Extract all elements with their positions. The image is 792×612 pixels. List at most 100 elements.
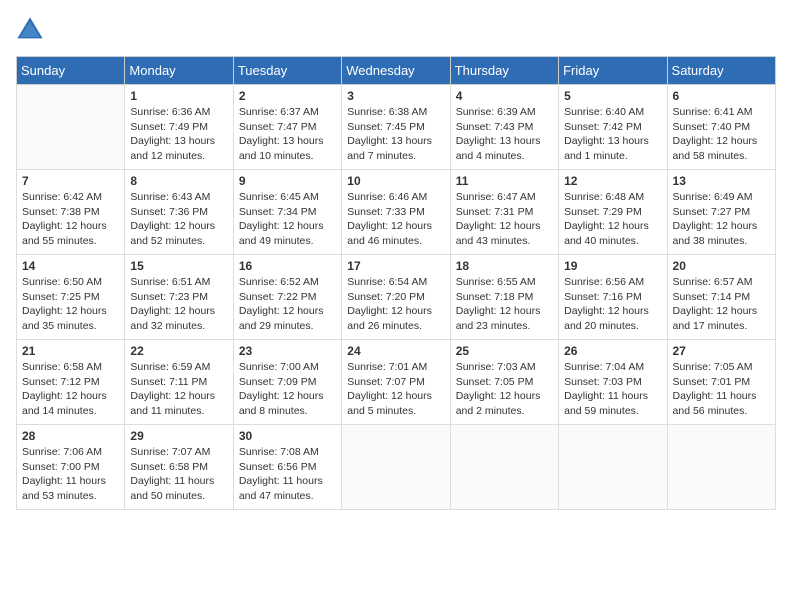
day-number: 27	[673, 344, 770, 358]
calendar-week-1: 1 Sunrise: 6:36 AMSunset: 7:49 PMDaylight…	[17, 85, 776, 170]
calendar-week-3: 14 Sunrise: 6:50 AMSunset: 7:25 PMDayligh…	[17, 255, 776, 340]
calendar-body: 1 Sunrise: 6:36 AMSunset: 7:49 PMDaylight…	[17, 85, 776, 510]
day-number: 19	[564, 259, 661, 273]
day-number: 8	[130, 174, 227, 188]
calendar-cell: 6 Sunrise: 6:41 AMSunset: 7:40 PMDaylight…	[667, 85, 775, 170]
calendar-cell: 19Sunrise: 6:56 AMSunset: 7:16 PMDayligh…	[559, 255, 667, 340]
calendar-cell: 7Sunrise: 6:42 AMSunset: 7:38 PMDaylight…	[17, 170, 125, 255]
day-number: 29	[130, 429, 227, 443]
day-number: 24	[347, 344, 444, 358]
calendar-cell	[17, 85, 125, 170]
calendar-cell	[559, 425, 667, 510]
day-content: Sunrise: 6:37 AMSunset: 7:47 PMDaylight:…	[239, 105, 336, 164]
calendar-cell: 17Sunrise: 6:54 AMSunset: 7:20 PMDayligh…	[342, 255, 450, 340]
day-number: 30	[239, 429, 336, 443]
header-thursday: Thursday	[450, 57, 558, 85]
day-number: 13	[673, 174, 770, 188]
day-number: 4	[456, 89, 553, 103]
day-number: 11	[456, 174, 553, 188]
calendar-cell	[667, 425, 775, 510]
calendar-cell: 5 Sunrise: 6:40 AMSunset: 7:42 PMDaylight…	[559, 85, 667, 170]
calendar-cell: 12 Sunrise: 6:48 AMSunset: 7:29 PMDayligh…	[559, 170, 667, 255]
calendar-table: SundayMondayTuesdayWednesdayThursdayFrid…	[16, 56, 776, 510]
calendar-cell	[450, 425, 558, 510]
day-content: Sunrise: 6:42 AMSunset: 7:38 PMDaylight:…	[22, 190, 119, 249]
calendar-cell: 29 Sunrise: 7:07 AMSunset: 6:58 PMDayligh…	[125, 425, 233, 510]
calendar-cell: 1 Sunrise: 6:36 AMSunset: 7:49 PMDaylight…	[125, 85, 233, 170]
calendar-cell	[342, 425, 450, 510]
day-content: Sunrise: 6:40 AMSunset: 7:42 PMDaylight:…	[564, 105, 661, 164]
calendar-cell: 14 Sunrise: 6:50 AMSunset: 7:25 PMDayligh…	[17, 255, 125, 340]
day-content: Sunrise: 7:07 AMSunset: 6:58 PMDaylight:…	[130, 445, 227, 504]
day-content: Sunrise: 6:39 AMSunset: 7:43 PMDaylight:…	[456, 105, 553, 164]
calendar-cell: 27 Sunrise: 7:05 AMSunset: 7:01 PMDayligh…	[667, 340, 775, 425]
calendar-cell: 18 Sunrise: 6:55 AMSunset: 7:18 PMDayligh…	[450, 255, 558, 340]
day-content: Sunrise: 6:52 AMSunset: 7:22 PMDaylight:…	[239, 275, 336, 334]
day-number: 12	[564, 174, 661, 188]
calendar-cell: 23 Sunrise: 7:00 AMSunset: 7:09 PMDayligh…	[233, 340, 341, 425]
day-content: Sunrise: 6:47 AMSunset: 7:31 PMDaylight:…	[456, 190, 553, 249]
day-number: 9	[239, 174, 336, 188]
calendar-cell: 25 Sunrise: 7:03 AMSunset: 7:05 PMDayligh…	[450, 340, 558, 425]
calendar-cell: 24 Sunrise: 7:01 AMSunset: 7:07 PMDayligh…	[342, 340, 450, 425]
day-content: Sunrise: 6:58 AMSunset: 7:12 PMDaylight:…	[22, 360, 119, 419]
calendar-cell: 4 Sunrise: 6:39 AMSunset: 7:43 PMDaylight…	[450, 85, 558, 170]
day-content: Sunrise: 6:36 AMSunset: 7:49 PMDaylight:…	[130, 105, 227, 164]
day-number: 25	[456, 344, 553, 358]
day-content: Sunrise: 6:55 AMSunset: 7:18 PMDaylight:…	[456, 275, 553, 334]
day-content: Sunrise: 6:50 AMSunset: 7:25 PMDaylight:…	[22, 275, 119, 334]
calendar-cell: 8 Sunrise: 6:43 AMSunset: 7:36 PMDaylight…	[125, 170, 233, 255]
calendar-cell: 2Sunrise: 6:37 AMSunset: 7:47 PMDaylight…	[233, 85, 341, 170]
day-number: 14	[22, 259, 119, 273]
calendar-week-4: 21 Sunrise: 6:58 AMSunset: 7:12 PMDayligh…	[17, 340, 776, 425]
calendar-cell: 15Sunrise: 6:51 AMSunset: 7:23 PMDayligh…	[125, 255, 233, 340]
day-number: 3	[347, 89, 444, 103]
day-content: Sunrise: 7:03 AMSunset: 7:05 PMDaylight:…	[456, 360, 553, 419]
day-number: 23	[239, 344, 336, 358]
header-saturday: Saturday	[667, 57, 775, 85]
day-content: Sunrise: 6:49 AMSunset: 7:27 PMDaylight:…	[673, 190, 770, 249]
day-number: 18	[456, 259, 553, 273]
day-content: Sunrise: 7:06 AMSunset: 7:00 PMDaylight:…	[22, 445, 119, 504]
header-monday: Monday	[125, 57, 233, 85]
page-header	[16, 16, 776, 44]
day-number: 5	[564, 89, 661, 103]
calendar-cell: 22Sunrise: 6:59 AMSunset: 7:11 PMDayligh…	[125, 340, 233, 425]
day-number: 20	[673, 259, 770, 273]
day-content: Sunrise: 6:48 AMSunset: 7:29 PMDaylight:…	[564, 190, 661, 249]
day-content: Sunrise: 6:43 AMSunset: 7:36 PMDaylight:…	[130, 190, 227, 249]
header-tuesday: Tuesday	[233, 57, 341, 85]
day-content: Sunrise: 6:38 AMSunset: 7:45 PMDaylight:…	[347, 105, 444, 164]
day-number: 21	[22, 344, 119, 358]
day-content: Sunrise: 6:41 AMSunset: 7:40 PMDaylight:…	[673, 105, 770, 164]
day-content: Sunrise: 6:45 AMSunset: 7:34 PMDaylight:…	[239, 190, 336, 249]
calendar-cell: 16 Sunrise: 6:52 AMSunset: 7:22 PMDayligh…	[233, 255, 341, 340]
header-friday: Friday	[559, 57, 667, 85]
day-number: 1	[130, 89, 227, 103]
calendar-cell: 10 Sunrise: 6:46 AMSunset: 7:33 PMDayligh…	[342, 170, 450, 255]
calendar-cell: 28 Sunrise: 7:06 AMSunset: 7:00 PMDayligh…	[17, 425, 125, 510]
calendar-cell: 20Sunrise: 6:57 AMSunset: 7:14 PMDayligh…	[667, 255, 775, 340]
day-number: 15	[130, 259, 227, 273]
day-number: 10	[347, 174, 444, 188]
day-number: 28	[22, 429, 119, 443]
day-content: Sunrise: 6:54 AMSunset: 7:20 PMDaylight:…	[347, 275, 444, 334]
day-number: 6	[673, 89, 770, 103]
calendar-header-row: SundayMondayTuesdayWednesdayThursdayFrid…	[17, 57, 776, 85]
day-content: Sunrise: 7:00 AMSunset: 7:09 PMDaylight:…	[239, 360, 336, 419]
day-number: 26	[564, 344, 661, 358]
calendar-cell: 21 Sunrise: 6:58 AMSunset: 7:12 PMDayligh…	[17, 340, 125, 425]
calendar-week-2: 7Sunrise: 6:42 AMSunset: 7:38 PMDaylight…	[17, 170, 776, 255]
day-content: Sunrise: 7:05 AMSunset: 7:01 PMDaylight:…	[673, 360, 770, 419]
calendar-cell: 30Sunrise: 7:08 AMSunset: 6:56 PMDayligh…	[233, 425, 341, 510]
calendar-cell: 9 Sunrise: 6:45 AMSunset: 7:34 PMDaylight…	[233, 170, 341, 255]
day-content: Sunrise: 6:46 AMSunset: 7:33 PMDaylight:…	[347, 190, 444, 249]
day-content: Sunrise: 7:04 AMSunset: 7:03 PMDaylight:…	[564, 360, 661, 419]
logo	[16, 16, 48, 44]
calendar-cell: 3 Sunrise: 6:38 AMSunset: 7:45 PMDaylight…	[342, 85, 450, 170]
day-content: Sunrise: 6:59 AMSunset: 7:11 PMDaylight:…	[130, 360, 227, 419]
calendar-week-5: 28 Sunrise: 7:06 AMSunset: 7:00 PMDayligh…	[17, 425, 776, 510]
logo-icon	[16, 16, 44, 44]
day-number: 16	[239, 259, 336, 273]
day-content: Sunrise: 7:01 AMSunset: 7:07 PMDaylight:…	[347, 360, 444, 419]
